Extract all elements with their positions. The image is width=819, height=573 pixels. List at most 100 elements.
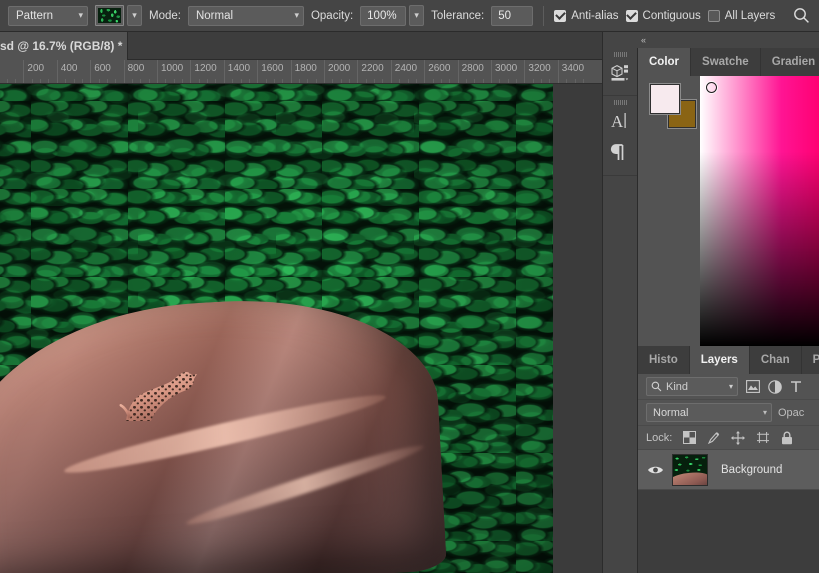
ruler-label: 1200 <box>194 63 217 74</box>
horizontal-ruler[interactable]: 0200400600800100012001400160018002000220… <box>0 60 602 84</box>
panel-grip[interactable] <box>603 96 637 105</box>
collapse-panels-button[interactable]: « <box>603 32 819 48</box>
tab-label: Color <box>649 56 680 68</box>
opacity-value: 100% <box>367 9 397 22</box>
tab-label: Chan <box>760 354 790 366</box>
panel-grip[interactable] <box>603 48 637 57</box>
ruler-minor-tick <box>6 79 8 83</box>
tab-label: Swatche <box>702 56 749 68</box>
layer-opacity-label: Opac <box>778 406 805 419</box>
ruler-minor-tick <box>81 79 83 83</box>
ruler-minor-tick <box>15 79 17 83</box>
color-ramp[interactable] <box>700 76 819 346</box>
adjustment-filter-icon[interactable] <box>768 379 782 394</box>
opacity-label: Opacity: <box>310 9 354 22</box>
fill-source-select[interactable]: Pattern ▾ <box>8 5 88 26</box>
artboard[interactable] <box>0 84 553 573</box>
table-row[interactable]: Background <box>638 450 819 490</box>
divider <box>543 5 545 26</box>
contiguous-checkbox[interactable]: Contiguous <box>625 9 701 22</box>
ruler-minor-tick <box>541 79 543 83</box>
opacity-chevron-down-icon[interactable]: ▾ <box>409 5 425 26</box>
ruler-minor-tick <box>106 79 108 83</box>
ruler-tick <box>56 60 58 83</box>
character-icon[interactable]: A <box>603 105 637 137</box>
image-filter-icon[interactable] <box>746 380 760 393</box>
paragraph-icon[interactable] <box>603 137 637 169</box>
tab-color[interactable]: Color <box>638 48 692 76</box>
tab-swatches[interactable]: Swatche <box>691 48 761 76</box>
checkbox-icon <box>707 9 720 22</box>
tab-label: Gradien <box>771 56 816 68</box>
pattern-swatch-button[interactable] <box>95 5 124 26</box>
document-tab-title: sd @ 16.7% (RGB/8) * <box>0 39 123 53</box>
ruler-minor-tick <box>73 79 75 83</box>
lock-position-icon[interactable] <box>731 430 746 445</box>
ruler-minor-tick <box>31 79 33 83</box>
layer-blend-row: Normal ▾ Opac <box>638 400 819 426</box>
ruler-minor-tick <box>315 79 317 83</box>
ruler-minor-tick <box>499 79 501 83</box>
ruler-minor-tick <box>440 79 442 83</box>
lock-transparent-pixels-icon[interactable] <box>683 431 697 444</box>
options-bar: Pattern ▾ ▾ Mode: Normal ▾ Opacity: 100%… <box>0 0 819 32</box>
ruler-minor-tick <box>65 79 67 83</box>
ruler-minor-tick <box>40 79 42 83</box>
layer-blend-mode-value: Normal <box>653 406 689 419</box>
tab-history[interactable]: Histo <box>638 346 690 374</box>
tab-layers[interactable]: Layers <box>689 346 750 374</box>
layer-filter-row: Kind ▾ <box>638 374 819 400</box>
ruler-minor-tick <box>198 79 200 83</box>
document-tab[interactable]: sd @ 16.7% (RGB/8) * <box>0 32 128 60</box>
ruler-label: 3200 <box>528 63 551 74</box>
tolerance-value: 50 <box>498 9 512 22</box>
search-icon[interactable] <box>791 6 811 26</box>
color-ramp-picker[interactable] <box>706 82 717 93</box>
lock-artboard-icon[interactable] <box>756 431 770 444</box>
blend-mode-select[interactable]: Normal ▾ <box>187 5 304 26</box>
layer-visibility-toggle[interactable] <box>638 464 672 476</box>
ruler-minor-tick <box>449 79 451 83</box>
ruler-minor-tick <box>465 79 467 83</box>
foreground-color-swatch[interactable] <box>650 84 680 114</box>
pattern-picker-chevron-down-icon[interactable]: ▾ <box>127 5 142 26</box>
type-filter-icon[interactable] <box>790 380 802 393</box>
ruler-label: 2400 <box>394 63 418 74</box>
blend-mode-value: Normal <box>195 9 234 22</box>
opacity-input[interactable]: 100% <box>360 5 407 26</box>
photoshop-window: Pattern ▾ ▾ Mode: Normal ▾ Opacity: 100%… <box>0 0 819 573</box>
ruler-label: 1800 <box>294 63 317 74</box>
canvas-area[interactable] <box>0 84 595 573</box>
layer-blend-mode-select[interactable]: Normal ▾ <box>646 403 772 422</box>
ruler-minor-tick <box>148 79 150 83</box>
anti-alias-checkbox[interactable]: Anti-alias <box>554 9 619 22</box>
ruler-minor-tick <box>232 79 234 83</box>
ruler-minor-tick <box>173 79 175 83</box>
rail-group-properties <box>603 48 637 96</box>
all-layers-checkbox[interactable]: All Layers <box>707 9 775 22</box>
ruler-minor-tick <box>532 79 534 83</box>
ruler-label: 3000 <box>495 63 518 74</box>
rail-group-type: A <box>603 96 637 176</box>
ruler-tick <box>557 60 559 83</box>
ruler-tick <box>457 60 459 83</box>
tolerance-input[interactable]: 50 <box>491 5 534 26</box>
lock-all-icon[interactable] <box>781 431 793 445</box>
tab-label: Paths <box>812 354 819 366</box>
layer-thumbnail[interactable] <box>672 453 708 486</box>
tab-paths[interactable]: Paths <box>802 346 819 374</box>
ruler-tick <box>23 60 25 83</box>
ruler-minor-tick <box>374 79 376 83</box>
ruler-minor-tick <box>566 79 568 83</box>
eye-icon <box>647 466 663 473</box>
tab-gradients[interactable]: Gradien <box>761 48 819 76</box>
tab-channels[interactable]: Chan <box>750 346 802 374</box>
filter-kind-select[interactable]: Kind ▾ <box>646 377 738 396</box>
lock-image-pixels-icon[interactable] <box>707 431 720 445</box>
ruler-tick <box>357 60 359 83</box>
ruler-minor-tick <box>207 79 209 83</box>
properties-3d-icon[interactable] <box>603 57 637 89</box>
ruler-minor-tick <box>332 79 334 83</box>
ruler-tick <box>290 60 292 83</box>
ruler-label: 2000 <box>328 63 351 74</box>
